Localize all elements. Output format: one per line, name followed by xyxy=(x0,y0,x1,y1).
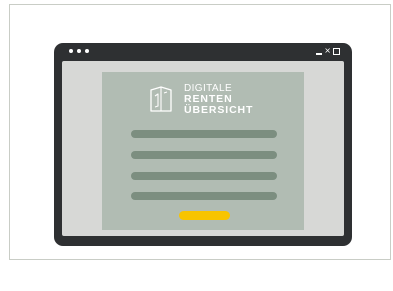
form-field-4[interactable] xyxy=(131,192,277,200)
brand-wordmark: DIGITALE RENTEN ÜBERSICHT xyxy=(184,83,253,116)
window-title-bar: × xyxy=(54,43,352,61)
minimize-icon[interactable] xyxy=(316,52,323,55)
login-panel: DIGITALE RENTEN ÜBERSICHT xyxy=(102,72,304,230)
maximize-icon[interactable] xyxy=(333,47,340,55)
brand-line-uebersicht: ÜBERSICHT xyxy=(184,104,254,116)
brand-logo: DIGITALE RENTEN ÜBERSICHT xyxy=(147,83,253,116)
window-dots xyxy=(69,49,89,53)
document-shield-icon xyxy=(150,86,172,112)
window-dot-icon xyxy=(85,49,89,53)
form-field-2[interactable] xyxy=(131,151,277,159)
form-field-3[interactable] xyxy=(131,172,277,180)
window-controls: × xyxy=(316,46,340,56)
window-dot-icon xyxy=(77,49,81,53)
submit-button[interactable] xyxy=(179,211,230,220)
window-dot-icon xyxy=(69,49,73,53)
form-field-1[interactable] xyxy=(131,130,277,138)
close-icon[interactable]: × xyxy=(324,46,331,56)
